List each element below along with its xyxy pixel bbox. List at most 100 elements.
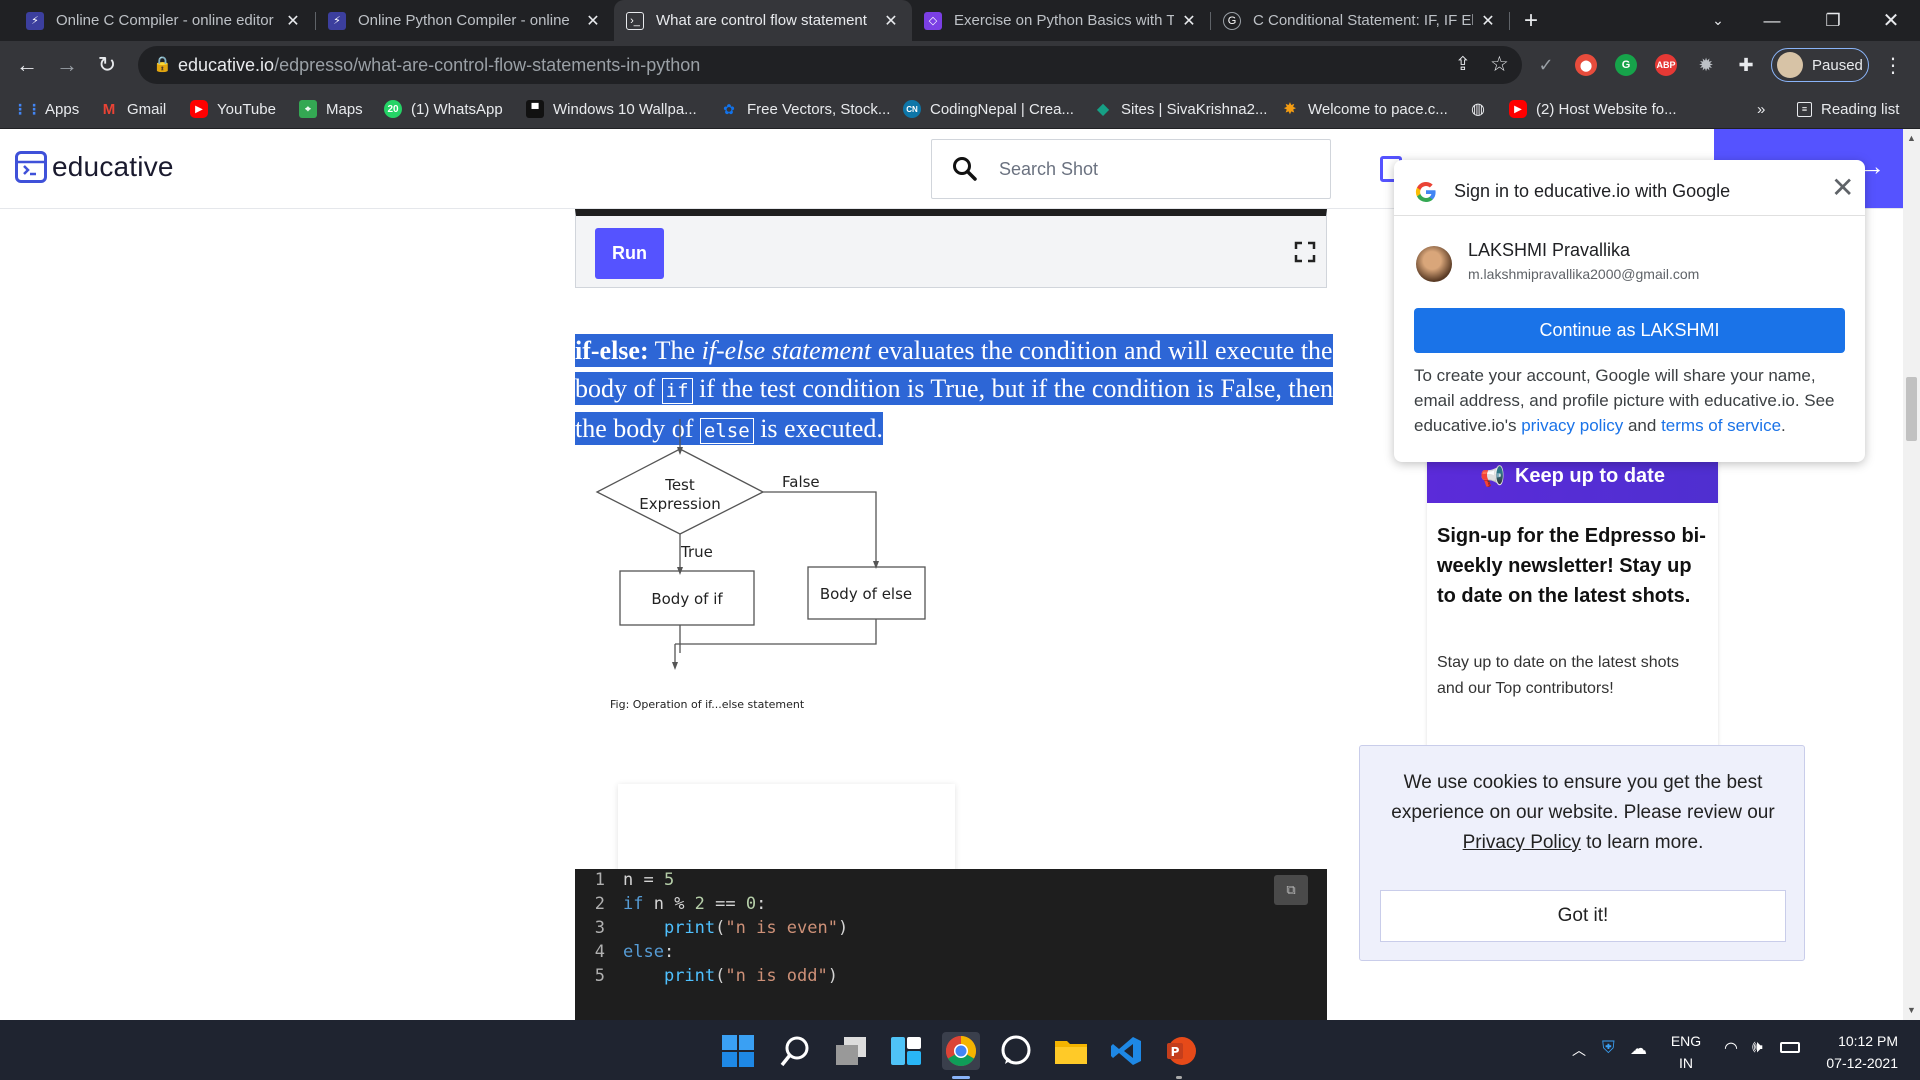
got-it-button[interactable]: Got it! xyxy=(1380,890,1786,942)
bookmark-pace[interactable]: ✸ Welcome to pace.c... xyxy=(1281,99,1448,119)
vscode-icon[interactable] xyxy=(1107,1032,1145,1070)
powerpoint-icon[interactable]: P xyxy=(1162,1032,1200,1070)
tab-c-conditional[interactable]: G C Conditional Statement: IF, IF El ✕ xyxy=(1211,0,1509,41)
pace-icon: ✸ xyxy=(1283,101,1297,118)
bookmark-maps[interactable]: ⌖ Maps xyxy=(299,99,363,119)
search-icon[interactable] xyxy=(777,1032,815,1070)
task-view-icon[interactable] xyxy=(832,1032,870,1070)
google-consent-text: To create your account, Google will shar… xyxy=(1414,366,1835,435)
reload-icon[interactable]: ↻ xyxy=(90,48,124,82)
tab-c-compiler[interactable]: ⚡ Online C Compiler - online editor ✕ xyxy=(14,0,314,41)
tab-title: Exercise on Python Basics with Tu xyxy=(954,12,1174,29)
bookmark-star-icon[interactable]: ☆ xyxy=(1490,52,1509,77)
bookmark-wallpaper[interactable]: ▀ Windows 10 Wallpa... xyxy=(526,99,697,119)
bookmark-codingnepal[interactable]: CN CodingNepal | Crea... xyxy=(903,99,1074,119)
avatar xyxy=(1416,246,1452,282)
restore-icon[interactable]: ❐ xyxy=(1810,0,1856,41)
continue-as-button[interactable]: Continue as LAKSHMI xyxy=(1414,308,1845,353)
back-icon[interactable]: ← xyxy=(10,48,44,82)
codingnepal-icon: CN xyxy=(903,100,921,118)
whatsapp-icon: 20 xyxy=(384,100,402,118)
terms-of-service-link[interactable]: terms of service xyxy=(1661,416,1781,435)
close-tab-icon[interactable]: ✕ xyxy=(1180,11,1198,31)
tab-python-exercise[interactable]: ◇ Exercise on Python Basics with Tu ✕ xyxy=(912,0,1210,41)
divider xyxy=(1394,215,1865,216)
profile-button[interactable]: Paused xyxy=(1771,48,1869,82)
close-tab-icon[interactable]: ✕ xyxy=(584,11,602,31)
whatsapp-icon[interactable] xyxy=(997,1032,1035,1070)
code-block[interactable]: 1n = 5 2 if n % 2 == 0: 3 print("n is eve… xyxy=(575,869,1327,1020)
inline-code-if: if xyxy=(661,378,693,404)
check-extension-icon[interactable]: ✓ xyxy=(1535,54,1557,76)
megaphone-icon: 📢 xyxy=(1480,465,1505,488)
bookmark-whatsapp[interactable]: 20 (1) WhatsApp xyxy=(384,99,503,119)
puzzle-icon[interactable]: ✚ xyxy=(1735,54,1757,76)
educative-logo[interactable]: educative xyxy=(15,151,174,183)
close-tab-icon[interactable]: ✕ xyxy=(1479,11,1497,31)
onedrive-icon[interactable]: ☁ xyxy=(1630,1039,1647,1059)
widgets-icon[interactable] xyxy=(887,1032,925,1070)
security-icon[interactable]: ⛨ xyxy=(1602,1038,1615,1058)
bookmark-globe[interactable]: ◍ xyxy=(1469,99,1496,119)
more-bookmarks[interactable]: » xyxy=(1757,99,1765,119)
scroll-down-icon[interactable]: ▼ xyxy=(1907,1005,1916,1015)
address-bar[interactable]: 🔒 educative.io/edpresso/what-are-control… xyxy=(138,46,1522,84)
bookmark-apps[interactable]: ⋮⋮ Apps xyxy=(13,99,79,119)
scroll-up-icon[interactable]: ▲ xyxy=(1907,133,1916,143)
chevron-up-icon[interactable]: ︿ xyxy=(1572,1040,1586,1060)
bookmark-youtube[interactable]: ▶ YouTube xyxy=(190,99,276,119)
menu-dots-icon[interactable]: ⋮ xyxy=(1876,48,1910,82)
privacy-policy-link[interactable]: privacy policy xyxy=(1521,416,1623,435)
volume-icon[interactable]: 🕪 xyxy=(1752,1037,1763,1057)
extension-icon[interactable]: ⬤ xyxy=(1575,54,1597,76)
close-tab-icon[interactable]: ✕ xyxy=(882,11,900,31)
battery-icon[interactable] xyxy=(1780,1042,1800,1053)
new-tab-icon[interactable]: + xyxy=(1508,0,1554,41)
privacy-policy-link[interactable]: Privacy Policy xyxy=(1463,832,1581,853)
para-italic: if-else statement xyxy=(701,336,872,365)
close-window-icon[interactable]: ✕ xyxy=(1868,0,1914,41)
tab-control-flow[interactable]: ›_ What are control flow statement ✕ xyxy=(614,0,912,41)
search-placeholder: Search Shot xyxy=(999,159,1099,179)
reading-list[interactable]: ≡ Reading list xyxy=(1797,99,1899,119)
settings-extension-icon[interactable]: ✹ xyxy=(1695,54,1717,76)
share-icon[interactable]: ⇪ xyxy=(1455,53,1471,76)
logo-mark-icon xyxy=(15,151,47,183)
file-explorer-icon[interactable] xyxy=(1052,1032,1090,1070)
page-scrollbar[interactable]: ▲ ▼ xyxy=(1903,129,1920,1020)
scroll-thumb[interactable] xyxy=(1906,377,1917,441)
tab-search-icon[interactable]: ⌄ xyxy=(1695,0,1741,41)
keep-label: Keep up to date xyxy=(1514,464,1665,487)
tab-python-compiler[interactable]: ⚡ Online Python Compiler - online ✕ xyxy=(316,0,614,41)
avatar xyxy=(1777,52,1803,78)
copy-code-icon[interactable]: ⧉ xyxy=(1274,875,1308,905)
bookmark-host-website[interactable]: ▶ (2) Host Website fo... xyxy=(1509,99,1677,119)
para-text: The xyxy=(648,336,702,365)
windows-start-icon[interactable] xyxy=(719,1032,757,1070)
chrome-icon[interactable] xyxy=(942,1032,980,1070)
bookmark-freepik[interactable]: ✿ Free Vectors, Stock... xyxy=(720,99,890,119)
code-run-bar: Run xyxy=(575,209,1327,288)
expand-icon[interactable] xyxy=(1294,241,1316,263)
search-input[interactable]: Search Shot xyxy=(931,139,1331,199)
bolt-icon: ⚡ xyxy=(26,11,44,30)
language-indicator[interactable]: ENG IN xyxy=(1666,1030,1706,1074)
run-button[interactable]: Run xyxy=(595,228,664,279)
lock-icon[interactable]: 🔒 xyxy=(153,55,172,73)
apps-grid-icon: ⋮⋮ xyxy=(13,100,41,117)
bookmark-gmail[interactable]: M Gmail xyxy=(100,99,166,119)
url-text[interactable]: educative.io/edpresso/what-are-control-f… xyxy=(178,55,700,76)
close-icon[interactable]: ✕ xyxy=(1831,174,1854,202)
taskbar-clock[interactable]: 10:12 PM 07-12-2021 xyxy=(1820,1030,1898,1074)
close-tab-icon[interactable]: ✕ xyxy=(284,11,302,31)
adblock-icon[interactable]: ABP xyxy=(1655,54,1677,76)
minimize-icon[interactable]: — xyxy=(1749,0,1795,41)
flow-true-label: True xyxy=(680,543,713,561)
flow-body-if: Body of if xyxy=(651,590,723,608)
grammarly-icon[interactable]: G xyxy=(1615,54,1637,76)
wifi-icon[interactable]: ◠ xyxy=(1724,1038,1738,1058)
code-line-4: 4 else: xyxy=(594,942,675,962)
bookmark-sites[interactable]: ◆ Sites | SivaKrishna2... xyxy=(1094,99,1268,119)
flow-false-label: False xyxy=(782,473,820,491)
forward-icon[interactable]: → xyxy=(50,48,84,82)
